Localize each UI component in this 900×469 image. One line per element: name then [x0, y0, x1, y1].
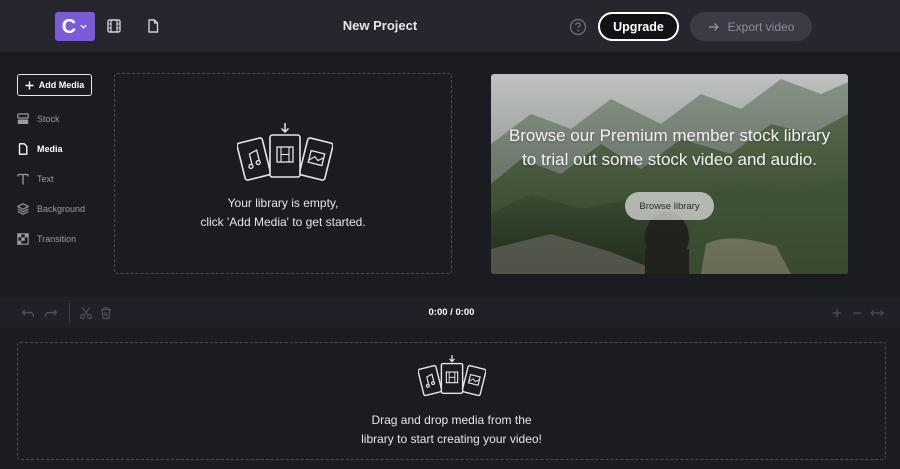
media-files-illustration-icon	[418, 355, 486, 397]
scissors-icon[interactable]	[79, 306, 93, 320]
undo-icon[interactable]	[21, 306, 35, 320]
export-video-button[interactable]: Export video	[690, 12, 812, 41]
sidebar-item-label: Stock	[37, 114, 60, 124]
sidebar-item-background[interactable]: Background	[17, 201, 85, 217]
sidebar-item-transition[interactable]: Transition	[17, 231, 76, 247]
background-icon	[17, 203, 29, 215]
sidebar-item-media[interactable]: Media	[17, 141, 63, 157]
timeline-toolbar: 0:00 / 0:00	[0, 297, 900, 328]
sidebar-item-label: Text	[37, 174, 54, 184]
media-icon	[18, 143, 28, 155]
help-icon[interactable]	[569, 18, 587, 36]
media-files-illustration-icon	[237, 123, 333, 181]
fit-to-width-icon[interactable]	[870, 306, 884, 320]
add-media-label: Add Media	[38, 80, 85, 90]
logo-letter: C	[61, 15, 77, 38]
top-bar: C New Project Upgrade Export video	[0, 0, 900, 52]
film-icon[interactable]	[106, 18, 122, 34]
timeline-drop-line-2: library to start creating your video!	[361, 432, 542, 446]
timeline-dropzone[interactable]: Drag and drop media from the library to …	[17, 342, 886, 460]
export-video-label: Export video	[727, 19, 795, 34]
mountain-landscape-image	[491, 74, 848, 274]
chevron-down-icon	[80, 24, 87, 29]
app-menu-button[interactable]: C	[55, 12, 95, 41]
browse-library-button[interactable]: Browse library	[625, 192, 714, 220]
add-media-button[interactable]: Add Media	[17, 74, 92, 96]
sidebar-item-stock[interactable]: Stock	[17, 111, 60, 127]
promo-line-2: to trial out some stock video and audio.	[522, 150, 817, 169]
upgrade-button[interactable]: Upgrade	[598, 12, 679, 41]
zoom-in-icon[interactable]	[830, 306, 844, 320]
arrow-right-icon	[708, 22, 719, 31]
redo-icon[interactable]	[44, 306, 58, 320]
toolbar-divider	[69, 303, 70, 322]
sidebar-item-label: Transition	[37, 234, 77, 244]
zoom-out-icon[interactable]	[850, 306, 864, 320]
sidebar-item-label: Media	[37, 144, 63, 154]
stock-icon	[17, 113, 29, 124]
timeline-drop-message: Drag and drop media from the library to …	[18, 411, 885, 449]
transition-icon	[17, 233, 29, 245]
promo-message: Browse our Premium member stock library …	[491, 124, 848, 172]
sidebar-item-label: Background	[37, 204, 86, 214]
time-readout: 0:00 / 0:00	[428, 307, 475, 318]
library-empty-line-2: click 'Add Media' to get started.	[200, 215, 366, 229]
plus-icon	[25, 81, 34, 89]
timeline-drop-line-1: Drag and drop media from the	[371, 413, 532, 427]
trash-icon[interactable]	[99, 306, 113, 320]
library-empty-message: Your library is empty, click 'Add Media'…	[115, 194, 451, 232]
library-empty-line-1: Your library is empty,	[227, 196, 339, 210]
promo-line-1: Browse our Premium member stock library	[508, 126, 831, 145]
project-title[interactable]: New Project	[300, 18, 460, 33]
stock-library-promo: Browse our Premium member stock library …	[491, 74, 848, 274]
document-icon[interactable]	[145, 18, 161, 34]
text-icon	[17, 173, 29, 185]
sidebar-item-text[interactable]: Text	[17, 171, 54, 187]
media-library-dropzone[interactable]: Your library is empty, click 'Add Media'…	[114, 73, 452, 274]
